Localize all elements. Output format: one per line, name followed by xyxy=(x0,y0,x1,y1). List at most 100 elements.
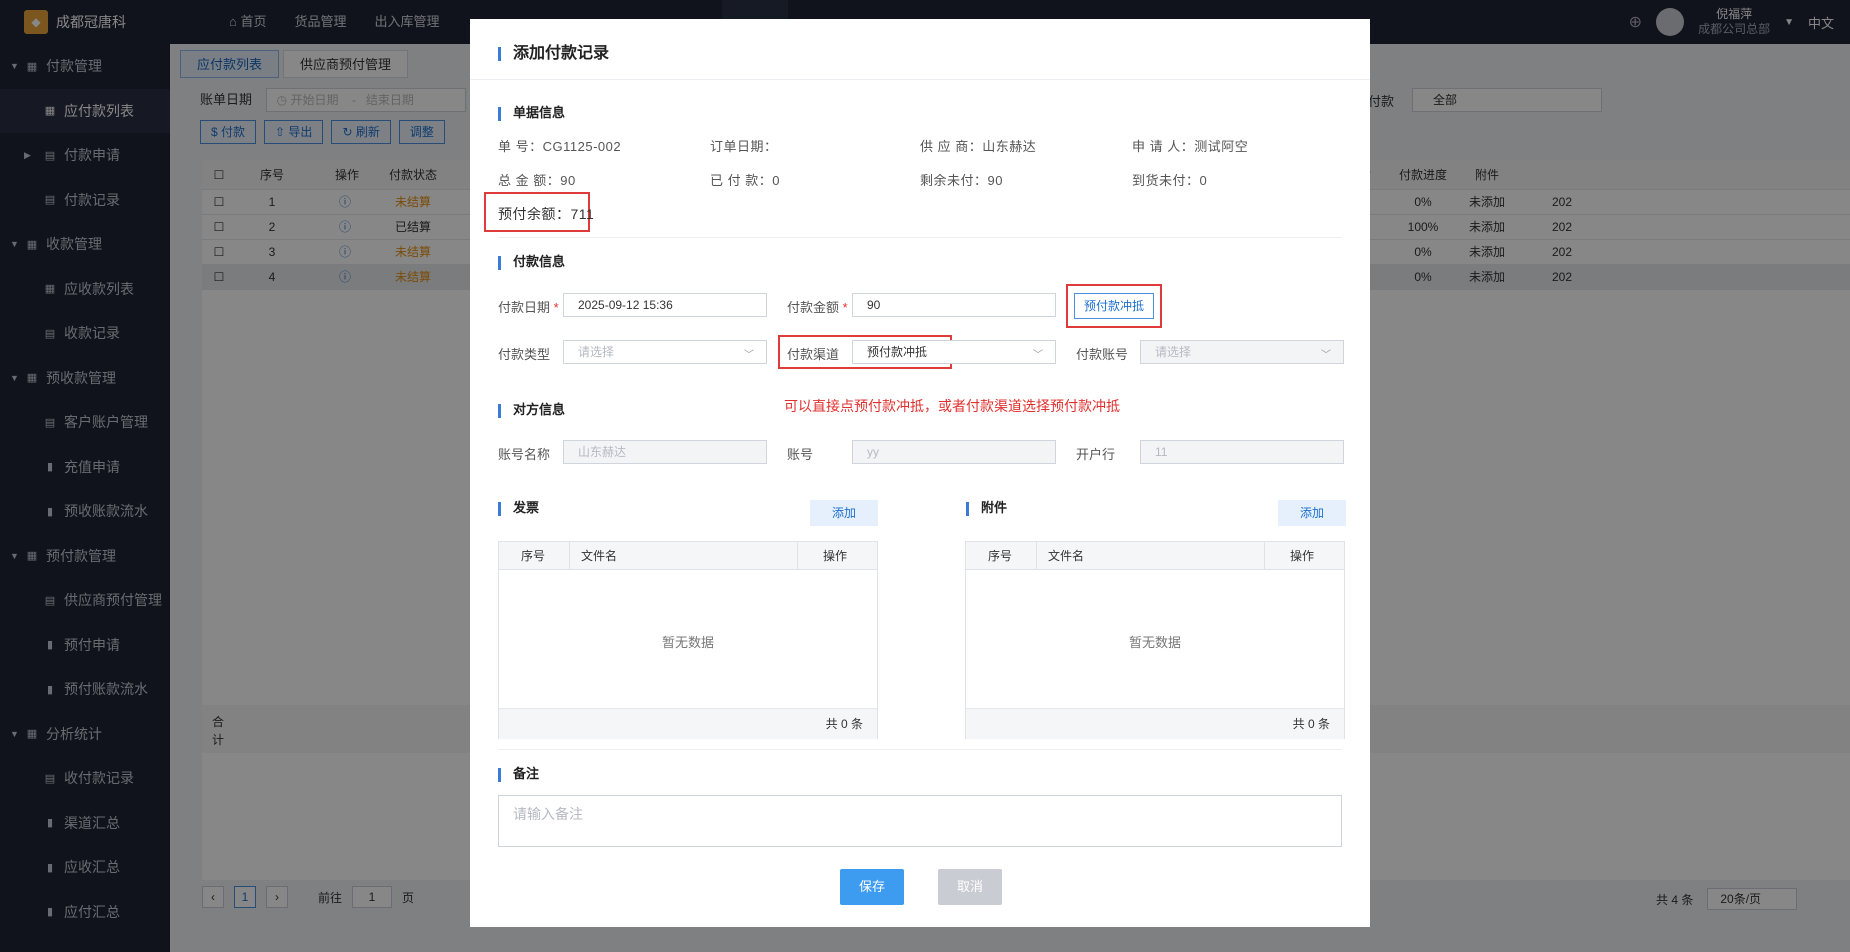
col-divider xyxy=(797,542,798,570)
doc-supplier-label: 供 应 商： xyxy=(920,139,983,154)
modal-title-text: 添加付款记录 xyxy=(513,45,610,62)
doc-no-value: CG1125-002 xyxy=(542,139,622,154)
doc-date: 订单日期： xyxy=(710,136,778,155)
doc-no: 单 号：CG1125-002 xyxy=(498,136,621,155)
counter-acct-label: 账号 xyxy=(787,447,814,462)
doc-unpaid: 剩余未付：90 xyxy=(920,170,1003,189)
title-bar-icon xyxy=(498,46,501,61)
invoice-table: 序号 文件名 操作 暂无数据 共 0 条 xyxy=(498,541,878,739)
section-bar-icon xyxy=(498,106,501,121)
section-doc: 单据信息 xyxy=(498,102,565,121)
save-button[interactable]: 保存 xyxy=(840,869,904,905)
pay-amount-input[interactable]: 90 xyxy=(852,293,1056,317)
col-divider xyxy=(569,542,570,570)
doc-prepay-value: 711 xyxy=(570,206,595,222)
doc-arrived: 到货未付：0 xyxy=(1132,170,1207,189)
counter-name-input[interactable]: 山东赫达 xyxy=(563,440,767,464)
section-counter: 对方信息 xyxy=(498,399,565,418)
counter-bank-label: 开户行 xyxy=(1076,447,1116,462)
col-filename: 文件名 xyxy=(581,549,618,563)
section-attach: 附件 xyxy=(966,497,1007,516)
doc-arrived-label: 到货未付： xyxy=(1132,173,1200,188)
doc-paid-value: 0 xyxy=(772,173,780,188)
counter-name-label: 账号名称 xyxy=(498,447,551,462)
doc-applicant-value: 测试阿空 xyxy=(1194,139,1249,154)
doc-supplier: 供 应 商：山东赫达 xyxy=(920,136,1036,155)
pay-type-select[interactable]: 请选择 ﹀ xyxy=(563,340,767,364)
doc-paid-label: 已 付 款： xyxy=(710,173,773,188)
attach-total: 共 0 条 xyxy=(1292,717,1330,731)
pay-amount-label-text: 付款金额 xyxy=(787,300,840,315)
section-bar-icon xyxy=(498,767,501,782)
counter-bank-input[interactable]: 11 xyxy=(1140,440,1344,464)
divider xyxy=(498,237,1342,238)
remark-title: 备注 xyxy=(513,766,540,781)
doc-supplier-value: 山东赫达 xyxy=(982,139,1037,154)
doc-total: 总 金 额：90 xyxy=(498,170,576,189)
empty-text: 暂无数据 xyxy=(661,635,714,650)
section-counter-title: 对方信息 xyxy=(513,402,566,417)
chevron-down-icon: ﹀ xyxy=(1321,350,1331,361)
section-pay-title: 付款信息 xyxy=(513,254,566,269)
attach-table: 序号 文件名 操作 暂无数据 共 0 条 xyxy=(965,541,1345,739)
col-filename: 文件名 xyxy=(1048,549,1085,563)
col-divider xyxy=(1264,542,1265,570)
doc-applicant-label: 申 请 人： xyxy=(1132,139,1195,154)
doc-applicant: 申 请 人：测试阿空 xyxy=(1132,136,1248,155)
pay-date-label-text: 付款日期 xyxy=(498,300,551,315)
pay-amount-label: 付款金额 * xyxy=(787,297,848,316)
add-attach-button[interactable]: 添加 xyxy=(1278,500,1346,526)
doc-date-label: 订单日期： xyxy=(710,139,778,154)
pay-account-select[interactable]: 请选择 ﹀ xyxy=(1140,340,1344,364)
title-divider xyxy=(470,79,1370,80)
doc-total-value: 90 xyxy=(560,173,576,188)
section-bar-icon xyxy=(498,403,501,418)
col-action: 操作 xyxy=(823,549,848,563)
col-no: 序号 xyxy=(521,549,546,563)
add-payment-modal: 添加付款记录 单据信息 单 号：CG1125-002 订单日期： 供 应 商：山… xyxy=(470,19,1370,927)
pay-date-label: 付款日期 * xyxy=(498,297,559,316)
section-invoice: 发票 xyxy=(498,497,539,516)
pay-channel-value: 预付款冲抵 xyxy=(867,345,928,359)
invoice-title: 发票 xyxy=(513,500,540,515)
remark-textarea[interactable]: 请输入备注 xyxy=(498,795,1342,847)
doc-paid: 已 付 款：0 xyxy=(710,170,780,189)
section-bar-icon xyxy=(966,501,969,516)
divider xyxy=(498,749,1342,750)
chevron-down-icon: ﹀ xyxy=(744,350,754,361)
pay-channel-label: 付款渠道 xyxy=(787,347,840,362)
section-doc-title: 单据信息 xyxy=(513,105,566,120)
table-footer: 共 0 条 xyxy=(499,708,877,739)
counter-acct-input[interactable]: yy xyxy=(852,440,1056,464)
doc-arrived-value: 0 xyxy=(1199,173,1208,188)
add-invoice-button[interactable]: 添加 xyxy=(810,500,878,526)
pay-account-label: 付款账号 xyxy=(1076,347,1129,362)
doc-prepay: 预付余额：711 xyxy=(498,204,594,224)
table-header: 序号 文件名 操作 xyxy=(499,542,877,570)
pay-type-placeholder: 请选择 xyxy=(578,345,615,359)
empty-text: 暂无数据 xyxy=(1128,635,1181,650)
col-no: 序号 xyxy=(988,549,1013,563)
section-bar-icon xyxy=(498,255,501,270)
pay-type-label: 付款类型 xyxy=(498,347,551,362)
pay-account-placeholder: 请选择 xyxy=(1155,345,1192,359)
attach-title: 附件 xyxy=(981,500,1008,515)
section-pay: 付款信息 xyxy=(498,251,565,270)
doc-unpaid-value: 90 xyxy=(987,173,1003,188)
doc-no-label: 单 号： xyxy=(498,139,543,154)
pay-date-input[interactable]: 2025-09-12 15:36 xyxy=(563,293,767,317)
annotation-hint: 可以直接点预付款冲抵，或者付款渠道选择预付款冲抵 xyxy=(784,398,1120,414)
table-footer: 共 0 条 xyxy=(966,708,1344,739)
required-star: * xyxy=(842,300,848,315)
col-action: 操作 xyxy=(1290,549,1315,563)
section-remark: 备注 xyxy=(498,763,539,782)
prepay-offset-button[interactable]: 预付款冲抵 xyxy=(1074,293,1154,319)
doc-unpaid-label: 剩余未付： xyxy=(920,173,988,188)
chevron-down-icon: ﹀ xyxy=(1033,350,1043,361)
required-star: * xyxy=(553,300,559,315)
pay-channel-select[interactable]: 预付款冲抵 ﹀ xyxy=(852,340,1056,364)
cancel-button[interactable]: 取消 xyxy=(938,869,1002,905)
doc-total-label: 总 金 额： xyxy=(498,173,561,188)
modal-title: 添加付款记录 xyxy=(498,39,609,63)
section-bar-icon xyxy=(498,501,501,516)
